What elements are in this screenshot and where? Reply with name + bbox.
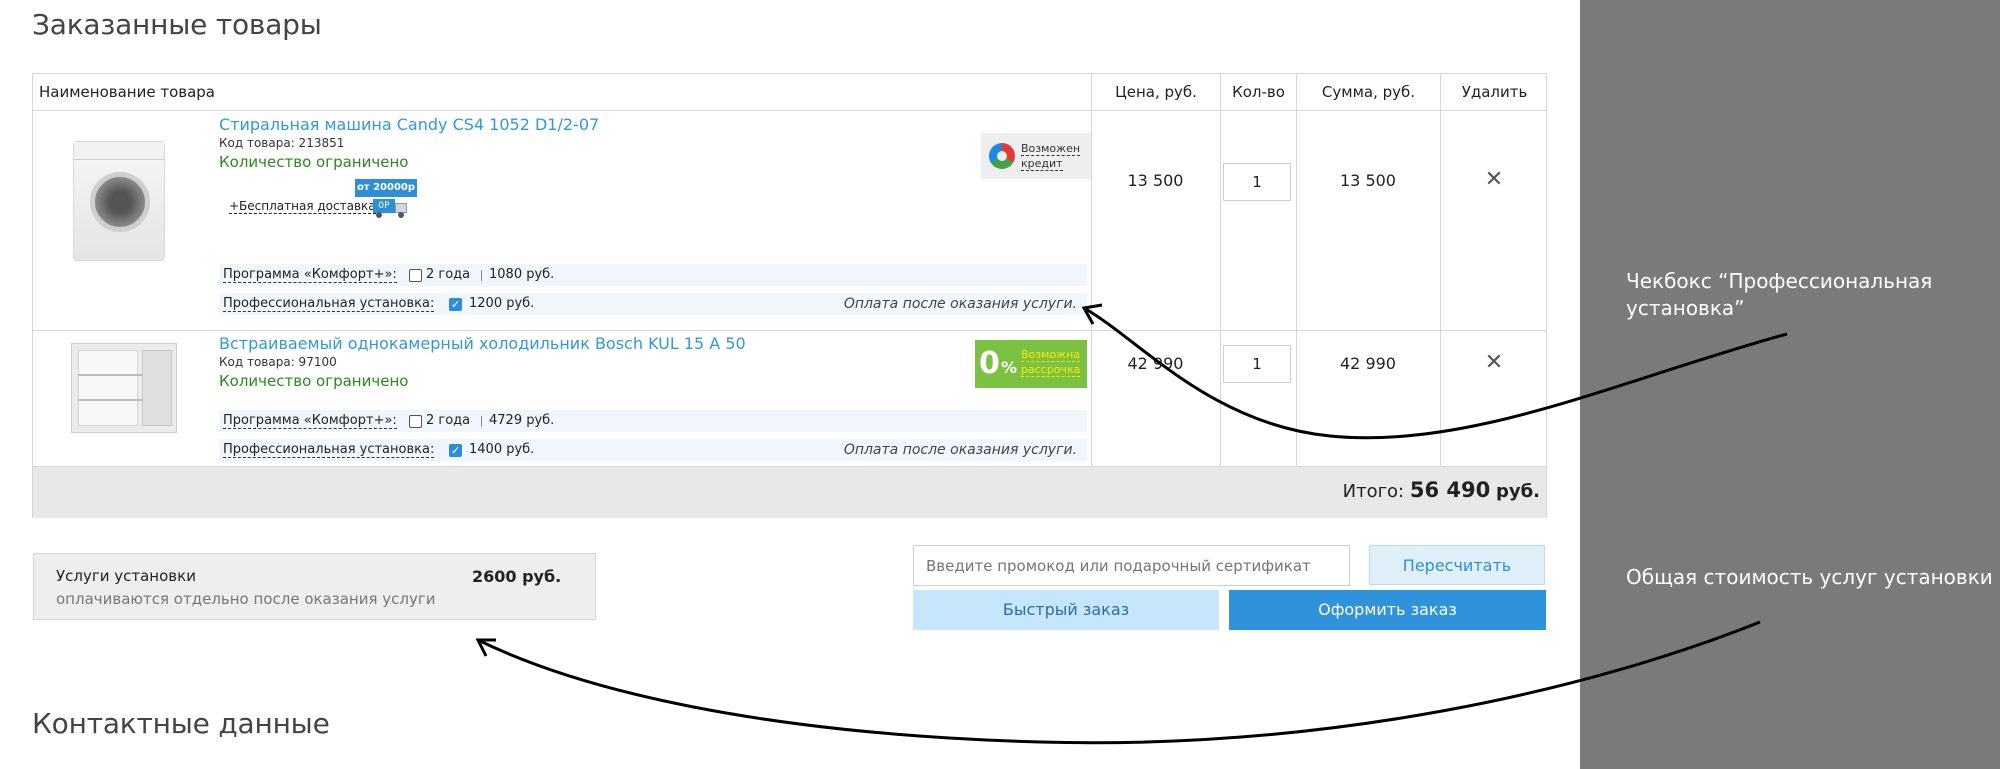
arrow-to-services-box bbox=[477, 620, 1761, 745]
annotation-arrows bbox=[475, 303, 1788, 745]
arrow-to-install-checkbox bbox=[1083, 306, 1788, 440]
